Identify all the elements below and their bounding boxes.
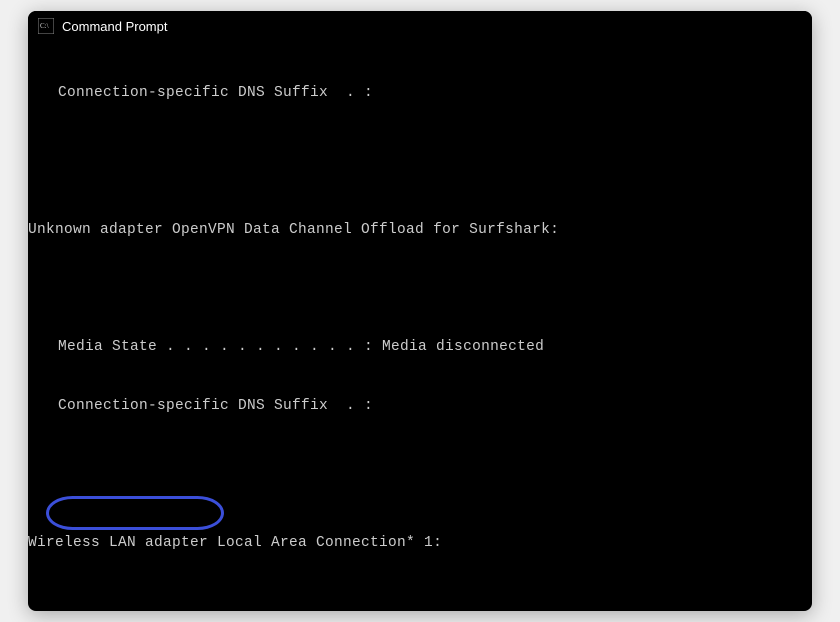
output-line: Connection-specific DNS Suffix . :: [28, 84, 812, 104]
command-prompt-icon: C:\: [38, 18, 54, 34]
adapter-header: Unknown adapter OpenVPN Data Channel Off…: [28, 221, 812, 241]
blank-line: [28, 143, 812, 163]
svg-text:C:\: C:\: [40, 22, 49, 30]
window-title: Command Prompt: [62, 19, 167, 34]
terminal-output[interactable]: Connection-specific DNS Suffix . : Unkno…: [28, 41, 812, 611]
adapter-header: Wireless LAN adapter Local Area Connecti…: [28, 534, 812, 554]
command-prompt-window: C:\ Command Prompt Connection-specific D…: [28, 11, 812, 611]
blank-line: [28, 280, 812, 300]
output-line: Connection-specific DNS Suffix . :: [28, 397, 812, 417]
highlight-annotation: [46, 496, 224, 530]
output-line: Media State . . . . . . . . . . . : Medi…: [28, 338, 812, 358]
blank-line: [28, 456, 812, 476]
titlebar: C:\ Command Prompt: [28, 11, 812, 41]
blank-line: [28, 593, 812, 611]
